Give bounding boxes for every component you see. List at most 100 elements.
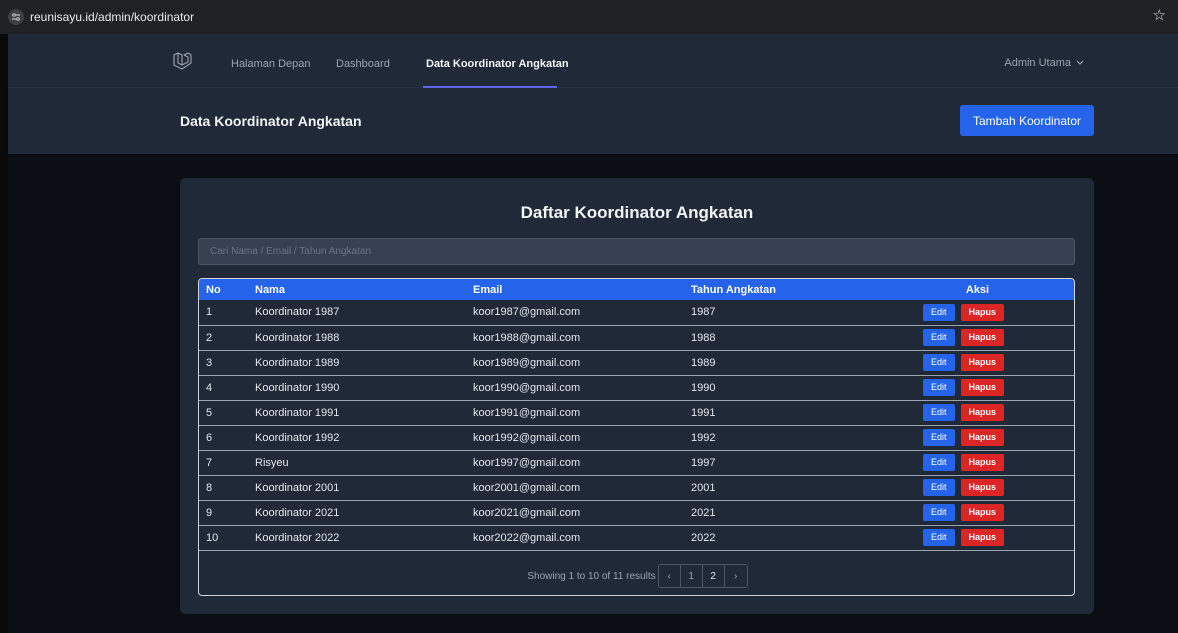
table-row: 6 Koordinator 1992 koor1992@gmail.com 1992 E… (199, 425, 1074, 450)
page-2-button[interactable]: 2 (702, 565, 725, 587)
add-coordinator-button[interactable]: Tambah Koordinator (960, 105, 1094, 136)
column-header-tahun: Tahun Angkatan (691, 283, 776, 296)
cell-aksi: Edit Hapus (921, 375, 1074, 400)
cell-tahun: 2021 (691, 506, 716, 519)
cell-nama: Koordinator 2021 (255, 506, 340, 519)
edit-button[interactable]: Edit (923, 429, 955, 446)
cell-no: 3 (206, 356, 213, 369)
delete-button[interactable]: Hapus (960, 379, 1005, 396)
delete-button[interactable]: Hapus (960, 404, 1005, 421)
table-row: 3 Koordinator 1989 koor1989@gmail.com 1989 E… (199, 350, 1074, 375)
cell-aksi: Edit Hapus (921, 400, 1074, 425)
url-text[interactable]: reunisayu.id/admin/koordinator (30, 10, 194, 24)
table-row: 4 Koordinator 1990 koor1990@gmail.com 1990 E… (199, 375, 1074, 400)
next-page-button[interactable]: › (724, 565, 747, 587)
cell-aksi: Edit Hapus (921, 525, 1074, 550)
nav-link-data-koordinator[interactable]: Data Koordinator Angkatan (426, 58, 569, 70)
cell-no: 8 (206, 481, 213, 494)
cell-nama: Koordinator 1987 (255, 306, 340, 319)
cell-tahun: 1997 (691, 456, 716, 469)
table-row: 8 Koordinator 2001 koor2001@gmail.com 2001 E… (199, 475, 1074, 500)
nav-link-halaman-depan[interactable]: Halaman Depan (231, 58, 311, 70)
logo-icon[interactable] (172, 52, 192, 72)
bookmark-star-icon[interactable]: ☆ (1153, 8, 1166, 24)
cell-aksi: Edit Hapus (921, 350, 1074, 375)
edit-button[interactable]: Edit (923, 379, 955, 396)
delete-button[interactable]: Hapus (960, 479, 1005, 496)
cell-nama: Koordinator 1991 (255, 406, 340, 419)
nav-link-dashboard[interactable]: Dashboard (336, 58, 390, 70)
navbar: Halaman Depan Dashboard Data Koordinator… (8, 34, 1178, 88)
page-header: Data Koordinator Angkatan Tambah Koordin… (8, 88, 1178, 154)
browser-bar: reunisayu.id/admin/koordinator ☆ (0, 0, 1178, 34)
cell-email: koor1987@gmail.com (473, 306, 581, 319)
edit-button[interactable]: Edit (923, 479, 955, 496)
search-input[interactable] (198, 238, 1075, 265)
cell-nama: Koordinator 2022 (255, 531, 340, 544)
column-header-no: No (206, 283, 221, 296)
cell-email: koor1988@gmail.com (473, 331, 581, 344)
delete-button[interactable]: Hapus (960, 429, 1005, 446)
cell-tahun: 2001 (691, 481, 716, 494)
edit-button[interactable]: Edit (923, 454, 955, 471)
prev-page-button[interactable]: ‹ (658, 565, 681, 587)
coordinator-list-card: Daftar Koordinator Angkatan No Nama Emai… (180, 178, 1094, 614)
cell-email: koor1991@gmail.com (473, 406, 581, 419)
cell-aksi: Edit Hapus (921, 300, 1074, 325)
table-row: 5 Koordinator 1991 koor1991@gmail.com 1991 E… (199, 400, 1074, 425)
cell-email: koor2021@gmail.com (473, 506, 581, 519)
edit-button[interactable]: Edit (923, 329, 955, 346)
cell-email: koor1990@gmail.com (473, 381, 581, 394)
table-row: 9 Koordinator 2021 koor2021@gmail.com 2021 E… (199, 500, 1074, 525)
cell-no: 9 (206, 506, 213, 519)
edit-button[interactable]: Edit (923, 303, 955, 321)
user-menu[interactable]: Admin Utama (1004, 57, 1084, 69)
coordinator-table: No Nama Email Tahun Angkatan Aksi 1 Koord… (198, 278, 1075, 596)
cell-nama: Koordinator 1988 (255, 331, 340, 344)
cell-aksi: Edit Hapus (921, 450, 1074, 475)
cell-no: 4 (206, 381, 213, 394)
delete-button[interactable]: Hapus (960, 504, 1005, 521)
cell-no: 2 (206, 331, 213, 344)
cell-nama: Koordinator 1990 (255, 381, 340, 394)
table-row: 10 Koordinator 2022 koor2022@gmail.com 2022… (199, 525, 1074, 550)
delete-button[interactable]: Hapus (960, 303, 1005, 321)
cell-aksi: Edit Hapus (921, 500, 1074, 525)
delete-button[interactable]: Hapus (960, 329, 1005, 346)
edit-button[interactable]: Edit (923, 354, 955, 371)
cell-email: koor1989@gmail.com (473, 356, 581, 369)
page-1-button[interactable]: 1 (680, 565, 703, 587)
table-row: 2 Koordinator 1988 koor1988@gmail.com 1988 E… (199, 325, 1074, 350)
cell-aksi: Edit Hapus (921, 475, 1074, 500)
cell-tahun: 1987 (691, 306, 716, 319)
pagination: Showing 1 to 10 of 11 results ‹ 1 2 › (199, 564, 1074, 588)
column-header-email: Email (473, 283, 503, 296)
tune-icon[interactable] (8, 9, 24, 25)
edit-button[interactable]: Edit (923, 504, 955, 521)
edit-button[interactable]: Edit (923, 404, 955, 421)
cell-no: 7 (206, 456, 213, 469)
left-edge (0, 34, 8, 633)
delete-button[interactable]: Hapus (960, 354, 1005, 371)
delete-button[interactable]: Hapus (960, 454, 1005, 471)
table-header-row: No Nama Email Tahun Angkatan Aksi (199, 279, 1074, 300)
results-summary: Showing 1 to 10 of 11 results (527, 570, 656, 582)
cell-tahun: 1990 (691, 381, 716, 394)
user-name[interactable]: Admin Utama (1004, 57, 1071, 69)
cell-email: koor2001@gmail.com (473, 481, 581, 494)
cell-no: 1 (206, 306, 213, 319)
chevron-down-icon (1076, 60, 1084, 65)
card-title: Daftar Koordinator Angkatan (520, 203, 754, 222)
edit-button[interactable]: Edit (923, 529, 955, 546)
cell-no: 6 (206, 431, 213, 444)
column-header-aksi: Aksi (965, 283, 990, 296)
cell-email: koor1997@gmail.com (473, 456, 581, 469)
cell-email: koor2022@gmail.com (473, 531, 581, 544)
column-header-nama: Nama (255, 283, 285, 296)
delete-button[interactable]: Hapus (960, 529, 1005, 546)
cell-aksi: Edit Hapus (921, 325, 1074, 350)
address-bar[interactable]: reunisayu.id/admin/koordinator (8, 6, 194, 28)
cell-tahun: 1991 (691, 406, 716, 419)
table-row: 1 Koordinator 1987 koor1987@gmail.com 1987 E… (199, 300, 1074, 325)
table-row: 7 Risyeu koor1997@gmail.com 1997 Edit Hapus (199, 450, 1074, 475)
